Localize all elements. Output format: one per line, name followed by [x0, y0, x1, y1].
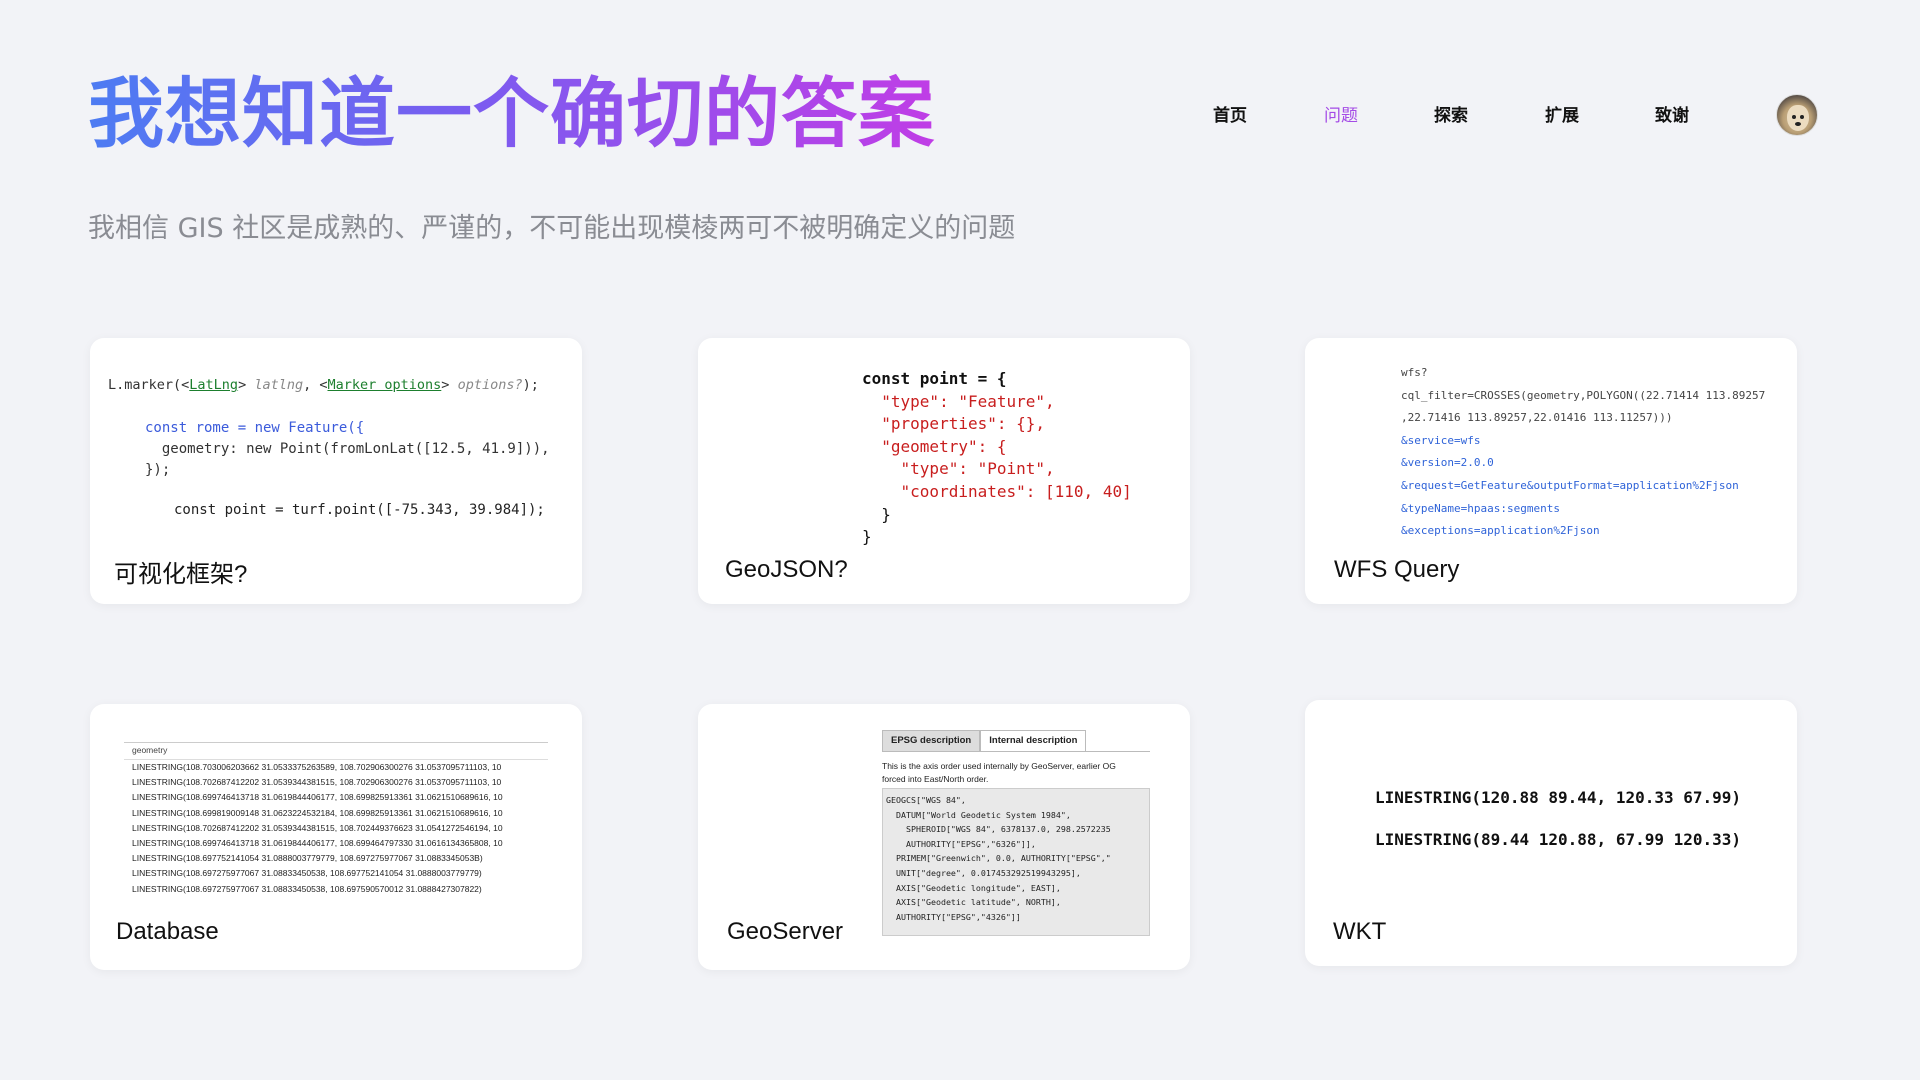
- table-row: LINESTRING(108.703006203662 31.053337526…: [132, 762, 502, 772]
- table-row: LINESTRING(108.702687412202 31.053934438…: [132, 822, 503, 833]
- nav-explore[interactable]: 探索: [1421, 104, 1481, 128]
- geojson-code: const point = { "type": "Feature", "prop…: [862, 369, 1132, 547]
- table-row: LINESTRING(108.702687412202 31.053934438…: [132, 777, 502, 788]
- wfs-query-code: wfs? cql_filter=CROSSES(geometry,POLYGON…: [1401, 366, 1766, 538]
- avatar-eye: [1792, 115, 1796, 119]
- tab-bar: EPSG description Internal description: [882, 730, 1150, 752]
- nav-questions[interactable]: 问题: [1311, 104, 1371, 128]
- card-geoserver[interactable]: EPSG description Internal description Th…: [698, 704, 1190, 970]
- card-label: Database: [116, 918, 219, 945]
- card-label: 可视化框架?: [114, 561, 248, 588]
- nav-thanks[interactable]: 致谢: [1642, 104, 1702, 128]
- avatar-nose: [1795, 122, 1801, 126]
- description-text: This is the axis order used internally b…: [882, 761, 1116, 784]
- database-table: geometry LINESTRING(108.703006203662 31.…: [124, 742, 548, 910]
- card-geojson[interactable]: const point = { "type": "Feature", "prop…: [698, 338, 1190, 604]
- page-subtitle: 我相信 GIS 社区是成熟的、严谨的，不可能出现模棱两可不被明确定义的问题: [88, 213, 1016, 244]
- table-row: LINESTRING(108.699746413718 31.061984440…: [132, 838, 503, 849]
- turf-code: const point = turf.point([-75.343, 39.98…: [174, 502, 545, 518]
- avatar-face: [1787, 105, 1809, 131]
- table-row: LINESTRING(108.697275977067 31.088334505…: [132, 883, 482, 894]
- leaflet-code: L.marker(<LatLng> latlng, <Marker option…: [108, 377, 539, 393]
- tab-internal-description[interactable]: Internal description: [980, 730, 1087, 751]
- geoserver-panel: EPSG description Internal description Th…: [882, 730, 1150, 940]
- avatar-eye: [1800, 115, 1804, 119]
- card-visualization[interactable]: L.marker(<LatLng> latlng, <Marker option…: [90, 338, 582, 604]
- table-row: LINESTRING(108.697275977067 31.088334505…: [132, 868, 482, 879]
- table-header: geometry: [124, 743, 548, 760]
- card-wkt[interactable]: LINESTRING(120.88 89.44, 120.33 67.99) L…: [1305, 700, 1797, 966]
- card-database[interactable]: geometry LINESTRING(108.703006203662 31.…: [90, 704, 582, 970]
- card-wfs-query[interactable]: wfs? cql_filter=CROSSES(geometry,POLYGON…: [1305, 338, 1797, 604]
- wkt-definition: GEOGCS["WGS 84", DATUM["World Geodetic S…: [882, 788, 1150, 936]
- wkt-line: LINESTRING(120.88 89.44, 120.33 67.99): [1375, 788, 1742, 807]
- avatar[interactable]: [1776, 94, 1818, 136]
- wkt-line: LINESTRING(89.44 120.88, 67.99 120.33): [1375, 830, 1742, 849]
- card-label: GeoJSON?: [725, 556, 848, 583]
- nav-extend[interactable]: 扩展: [1532, 104, 1592, 128]
- openlayers-code: const rome = new Feature({ geometry: new…: [145, 420, 550, 478]
- table-row: LINESTRING(108.697752141054 31.088800377…: [132, 853, 483, 864]
- card-label: GeoServer: [727, 918, 844, 945]
- card-label: WKT: [1333, 918, 1387, 945]
- table-row: LINESTRING(108.699746413718 31.061984440…: [132, 792, 503, 803]
- page-title: 我想知道一个确切的答案: [88, 64, 935, 164]
- table-row: LINESTRING(108.699819009148 31.062322453…: [132, 807, 503, 818]
- nav-home[interactable]: 首页: [1200, 104, 1260, 128]
- tab-epsg-description[interactable]: EPSG description: [882, 730, 981, 751]
- card-label: WFS Query: [1334, 556, 1460, 583]
